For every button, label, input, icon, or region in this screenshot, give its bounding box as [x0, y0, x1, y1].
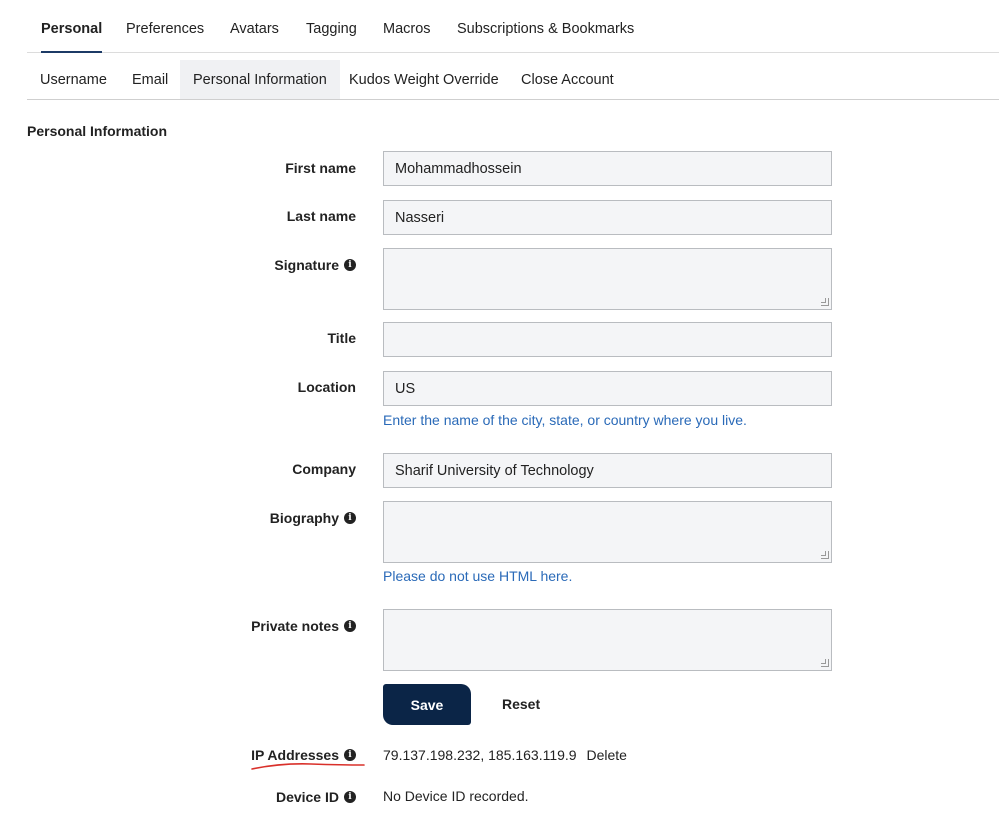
title-label-text: Title: [327, 330, 356, 346]
signature-label: Signature i: [274, 257, 356, 273]
company-label-text: Company: [292, 461, 356, 477]
save-button[interactable]: Save: [383, 684, 471, 725]
delete-ip-link[interactable]: Delete: [586, 747, 626, 763]
reset-button[interactable]: Reset: [490, 684, 552, 725]
tab-kudos-weight-override[interactable]: Kudos Weight Override: [336, 60, 512, 99]
location-help-text: Enter the name of the city, state, or co…: [383, 412, 747, 428]
tab-close-account[interactable]: Close Account: [508, 60, 627, 99]
tab-tagging[interactable]: Tagging: [306, 0, 357, 53]
tab-email[interactable]: Email: [119, 60, 181, 99]
tab-macros[interactable]: Macros: [383, 0, 431, 53]
signature-field[interactable]: [383, 248, 832, 310]
info-circle-icon[interactable]: i: [344, 259, 356, 271]
secondary-tabs: Username Email Personal Information Kudo…: [27, 60, 999, 100]
first-name-label: First name: [285, 160, 356, 176]
primary-tabs: Personal Preferences Avatars Tagging Mac…: [27, 0, 999, 53]
device-id-value: No Device ID recorded.: [383, 788, 529, 804]
company-label: Company: [292, 461, 356, 477]
first-name-field[interactable]: [383, 151, 832, 186]
device-id-label-text: Device ID: [275, 789, 339, 805]
last-name-label: Last name: [287, 208, 356, 224]
private-notes-field[interactable]: [383, 609, 832, 671]
tab-avatars[interactable]: Avatars: [230, 0, 279, 53]
device-id-label: Device ID i: [276, 789, 356, 805]
biography-label: Biography i: [270, 510, 356, 526]
info-circle-icon[interactable]: i: [344, 620, 356, 632]
location-label-text: Location: [297, 379, 356, 395]
location-label: Location: [298, 379, 356, 395]
info-circle-icon[interactable]: i: [344, 512, 356, 524]
tab-personal[interactable]: Personal: [41, 0, 103, 53]
tab-personal-information[interactable]: Personal Information: [180, 60, 340, 99]
tab-subscriptions-bookmarks[interactable]: Subscriptions & Bookmarks: [457, 0, 634, 53]
info-circle-icon[interactable]: i: [344, 791, 356, 803]
biography-help-text: Please do not use HTML here.: [383, 568, 573, 584]
title-label: Title: [327, 330, 356, 346]
section-title: Personal Information: [27, 123, 168, 139]
biography-label-text: Biography: [269, 510, 339, 526]
private-notes-label-text: Private notes: [251, 618, 339, 634]
red-underline-annotation: [251, 763, 365, 770]
first-name-label-text: First name: [285, 160, 356, 176]
tab-username[interactable]: Username: [27, 60, 120, 99]
biography-field[interactable]: [383, 501, 832, 563]
ip-addresses-value: 79.137.198.232, 185.163.119.9 Delete: [383, 747, 627, 763]
company-field[interactable]: [383, 453, 832, 488]
title-field[interactable]: [383, 322, 832, 357]
location-field[interactable]: [383, 371, 832, 406]
tab-preferences[interactable]: Preferences: [126, 0, 204, 53]
last-name-field[interactable]: [383, 200, 832, 235]
signature-label-text: Signature: [274, 257, 339, 273]
ip-addresses-text: 79.137.198.232, 185.163.119.9: [383, 747, 577, 763]
private-notes-label: Private notes i: [251, 618, 356, 634]
last-name-label-text: Last name: [286, 208, 356, 224]
